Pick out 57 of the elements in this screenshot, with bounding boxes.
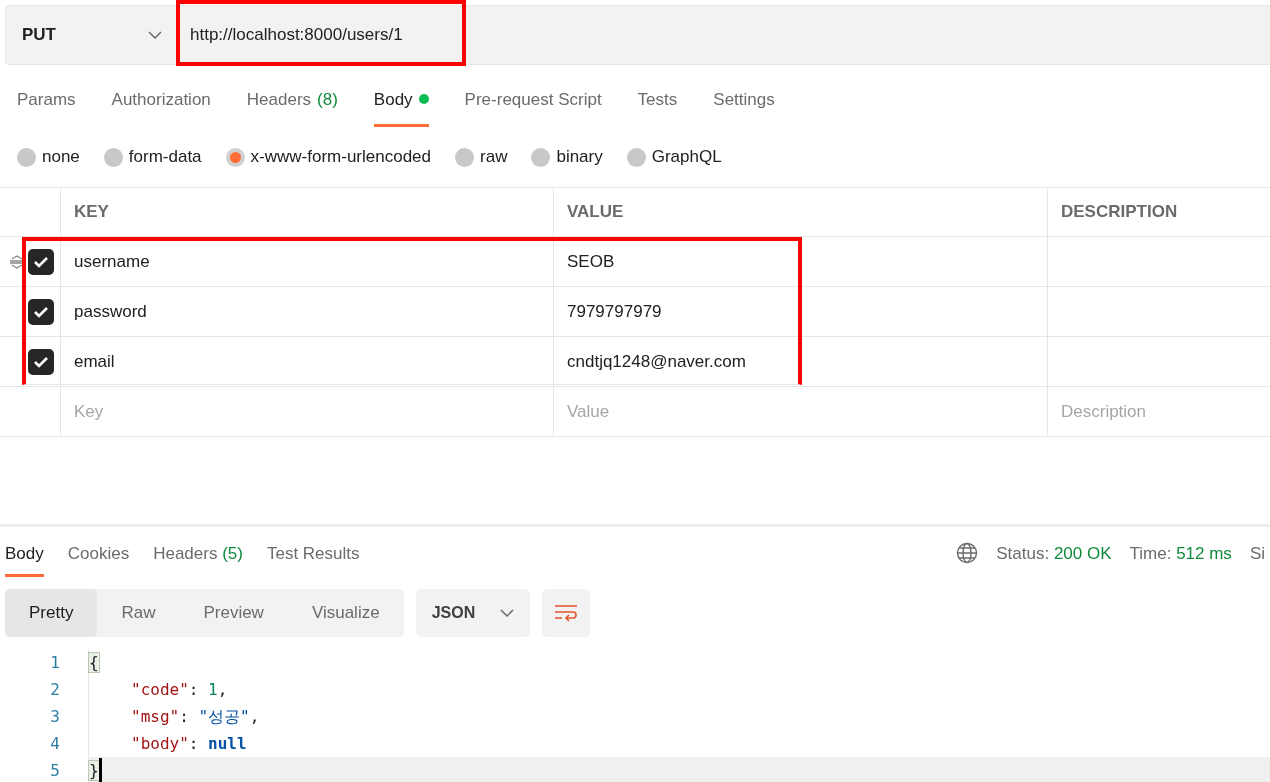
body-type-radio[interactable]: binary bbox=[531, 144, 603, 170]
request-tab[interactable]: Authorization bbox=[111, 86, 211, 127]
view-mode-tab[interactable]: Visualize bbox=[287, 589, 404, 637]
response-stat: Time: 512 ms bbox=[1129, 542, 1232, 565]
value-cell-text: 7979797979 bbox=[567, 300, 662, 323]
method-dropdown[interactable]: PUT bbox=[6, 6, 176, 64]
checkbox[interactable] bbox=[28, 348, 54, 375]
request-tab[interactable]: Tests bbox=[637, 86, 678, 127]
checkmark-icon bbox=[33, 255, 49, 268]
body-type-radio[interactable]: none bbox=[17, 144, 80, 170]
line-number: 1 bbox=[49, 651, 60, 674]
value-cell-text: cndtjq1248@naver.com bbox=[567, 350, 746, 373]
value-cell-text: SEOB bbox=[567, 250, 615, 273]
request-tab[interactable]: Body bbox=[373, 86, 429, 127]
line-number: 5 bbox=[49, 759, 60, 782]
line-number: 4 bbox=[49, 732, 60, 755]
request-tab[interactable]: Pre-request Script bbox=[464, 86, 602, 127]
column-header: KEY bbox=[74, 201, 109, 224]
code-line: { bbox=[88, 649, 1270, 676]
url-field[interactable]: http://localhost:8000/users/1 bbox=[176, 6, 1270, 64]
view-mode-tab[interactable]: Pretty bbox=[5, 589, 98, 637]
body-type-radio[interactable]: GraphQL bbox=[626, 144, 722, 170]
checkmark-icon bbox=[33, 355, 49, 368]
checkbox[interactable] bbox=[28, 298, 54, 325]
body-type-radio[interactable]: form-data bbox=[103, 144, 202, 170]
response-tab[interactable]: Cookies bbox=[67, 540, 130, 577]
key-cell-text: password bbox=[74, 300, 147, 323]
view-mode-tab[interactable]: Preview bbox=[179, 589, 288, 637]
line-number: 2 bbox=[49, 678, 60, 701]
wrap-lines-icon bbox=[553, 604, 578, 622]
format-dropdown[interactable]: JSON bbox=[415, 589, 530, 637]
body-type-radio[interactable]: raw bbox=[455, 144, 508, 170]
wrap-button[interactable] bbox=[541, 589, 590, 637]
key-cell-text: username bbox=[74, 250, 150, 273]
checkmark-icon bbox=[33, 305, 49, 318]
request-tab[interactable]: Params bbox=[17, 86, 76, 127]
chevron-down-icon bbox=[499, 609, 514, 617]
request-tab[interactable]: Settings bbox=[713, 86, 775, 127]
response-tab[interactable]: Test Results bbox=[266, 540, 360, 577]
request-tab[interactable]: Headers (8) bbox=[246, 86, 338, 127]
column-header: VALUE bbox=[567, 201, 624, 224]
response-stat-label: Si bbox=[1249, 542, 1265, 565]
code-line: "code": 1, bbox=[88, 676, 1270, 703]
response-tab[interactable]: Body bbox=[5, 540, 44, 577]
key-cell-text: email bbox=[74, 350, 115, 373]
line-number: 3 bbox=[49, 705, 60, 728]
globe-icon[interactable] bbox=[956, 542, 979, 565]
body-type-radio[interactable]: x-www-form-urlencoded bbox=[225, 144, 431, 170]
column-header: DESCRIPTION bbox=[1061, 201, 1178, 224]
chevron-down-icon bbox=[148, 31, 162, 39]
drag-handle-icon[interactable] bbox=[9, 254, 25, 269]
checkbox[interactable] bbox=[28, 248, 54, 275]
response-tab[interactable]: Headers (5) bbox=[153, 540, 243, 577]
response-stat: Status: 200 OK bbox=[996, 542, 1112, 565]
text-cursor bbox=[98, 758, 102, 782]
code-line: "msg": "성공", bbox=[88, 703, 1270, 730]
view-mode-tab[interactable]: Raw bbox=[97, 589, 180, 637]
